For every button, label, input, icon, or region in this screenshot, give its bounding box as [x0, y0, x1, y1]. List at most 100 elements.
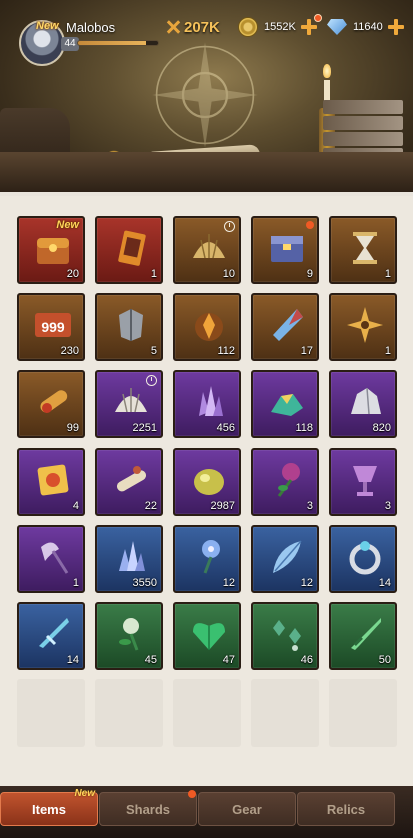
silver-ring-icon: [349, 541, 381, 575]
add-gems-button[interactable]: [387, 18, 405, 36]
item-count: 1: [384, 345, 391, 357]
item-slot-fire-scroll[interactable]: 99: [17, 370, 85, 438]
item-count: 5: [150, 345, 157, 357]
item-slot-hourglass[interactable]: 1: [329, 216, 397, 284]
item-count: 45: [144, 654, 157, 666]
tab-items[interactable]: Items New: [0, 788, 98, 826]
item-slot-crystal-shard[interactable]: 17: [251, 293, 319, 361]
item-count: 14: [378, 577, 391, 589]
item-slot-teal-ore[interactable]: 118: [251, 370, 319, 438]
item-slot-shell-silver[interactable]: 2251: [95, 370, 163, 438]
ice-blade-icon: [39, 618, 69, 648]
item-count: 4: [72, 500, 79, 512]
avatar-new-badge: New: [36, 20, 59, 32]
item-slot-blue-flower[interactable]: 12: [173, 525, 241, 593]
green-flower-icon: [119, 618, 139, 651]
item-count: 22: [144, 500, 157, 512]
item-count: 12: [222, 577, 235, 589]
gold-amount: 1552K: [264, 21, 296, 33]
emerald-heart-icon: [193, 623, 225, 650]
item-slot-armor-fragment[interactable]: 5: [95, 293, 163, 361]
item-slot-ice-blade[interactable]: 14: [17, 602, 85, 670]
item-slot-treasure-chest[interactable]: 20 New: [17, 216, 85, 284]
item-slot-card-pack[interactable]: 1: [95, 216, 163, 284]
item-count: 456: [216, 422, 235, 434]
item-count: 1: [72, 577, 79, 589]
empty-item-slot: [95, 679, 163, 747]
tab-label: Items: [32, 801, 66, 817]
purple-chalice-icon: [353, 466, 377, 496]
svg-text:999: 999: [41, 319, 65, 335]
gold-coin-icon: [238, 17, 258, 37]
item-count: 14: [66, 654, 79, 666]
item-slot-green-earrings[interactable]: 46: [251, 602, 319, 670]
item-slot-green-dagger[interactable]: 50: [329, 602, 397, 670]
item-count: 118: [295, 422, 313, 434]
item-slot-rolled-scroll[interactable]: 22: [95, 448, 163, 516]
inventory-grid: 20 New 1 10 9 1 999 230 5 112 17 1 99 2251 456 118 820 4 2…: [0, 196, 413, 786]
empty-item-slot: [17, 679, 85, 747]
item-count: 1: [384, 268, 391, 280]
tab-gear[interactable]: Gear: [198, 792, 296, 826]
item-count: 820: [372, 422, 391, 434]
combat-power-value: 207K: [184, 18, 220, 36]
empty-item-slot: [251, 679, 319, 747]
amethyst-cluster-icon: [199, 386, 223, 416]
player-name: Malobos: [66, 20, 116, 35]
item-count: 230: [60, 345, 79, 357]
item-slot-sun-talisman[interactable]: 4: [17, 448, 85, 516]
star-emblem-icon: [347, 307, 383, 343]
item-count: 50: [378, 654, 391, 666]
rolled-scroll-icon: [116, 466, 147, 492]
item-count: 99: [66, 422, 79, 434]
xp-progress-bar: [77, 40, 159, 46]
item-slot-emerald-heart[interactable]: 47: [173, 602, 241, 670]
item-slot-blue-feather[interactable]: 12: [251, 525, 319, 593]
item-slot-battle-axe[interactable]: 1: [17, 525, 85, 593]
item-slot-star-emblem[interactable]: 1: [329, 293, 397, 361]
item-count: 20: [66, 268, 79, 280]
item-notification-dot: [306, 221, 314, 229]
empty-item-slot: [173, 679, 241, 747]
green-earrings-icon: [273, 620, 301, 651]
clock-icon: [224, 221, 235, 232]
item-slot-silver-ring[interactable]: 14: [329, 525, 397, 593]
item-count: 17: [300, 345, 313, 357]
tab-relics[interactable]: Relics: [297, 792, 395, 826]
item-count: 10: [222, 268, 235, 280]
item-slot-equipment-chest[interactable]: 9: [251, 216, 319, 284]
diamond-icon: [327, 19, 347, 35]
item-count: 3550: [132, 577, 157, 589]
item-slot-silver-ore[interactable]: 820: [329, 370, 397, 438]
item-count: 9: [306, 268, 313, 280]
tab-label: Gear: [232, 801, 262, 817]
item-slot-purple-flower[interactable]: 3: [251, 448, 319, 516]
item-slot-amethyst-cluster[interactable]: 456: [173, 370, 241, 438]
crossed-swords-icon: [165, 19, 181, 35]
item-slot-purple-chalice[interactable]: 3: [329, 448, 397, 516]
item-slot-blue-crystal[interactable]: 3550: [95, 525, 163, 593]
item-slot-shell-gold[interactable]: 10: [173, 216, 241, 284]
item-slot-ticket-999[interactable]: 999 230: [17, 293, 85, 361]
gem-amount: 11640: [353, 21, 383, 33]
hourglass-icon: [353, 232, 377, 264]
battle-axe-icon: [41, 542, 69, 574]
item-count: 2987: [210, 500, 235, 512]
item-slot-green-flower[interactable]: 45: [95, 602, 163, 670]
tab-shards[interactable]: Shards: [99, 790, 197, 826]
tab-label: Relics: [326, 801, 366, 817]
card-pack-icon: [118, 230, 146, 266]
banner-shelf: [0, 152, 413, 192]
blue-flower-icon: [202, 540, 220, 574]
treasure-chest-icon: [37, 238, 69, 264]
tab-new-badge: New: [74, 788, 95, 799]
item-count: 3: [306, 500, 313, 512]
compass-sigil-icon: [152, 42, 258, 148]
ticket-999-icon: 999: [35, 313, 71, 337]
item-new-badge: New: [56, 219, 79, 231]
fire-scroll-icon: [40, 390, 68, 413]
item-slot-ember-stone[interactable]: 112: [173, 293, 241, 361]
item-slot-gold-ore[interactable]: 2987: [173, 448, 241, 516]
silver-ore-icon: [351, 387, 381, 415]
blue-crystal-icon: [119, 541, 145, 571]
